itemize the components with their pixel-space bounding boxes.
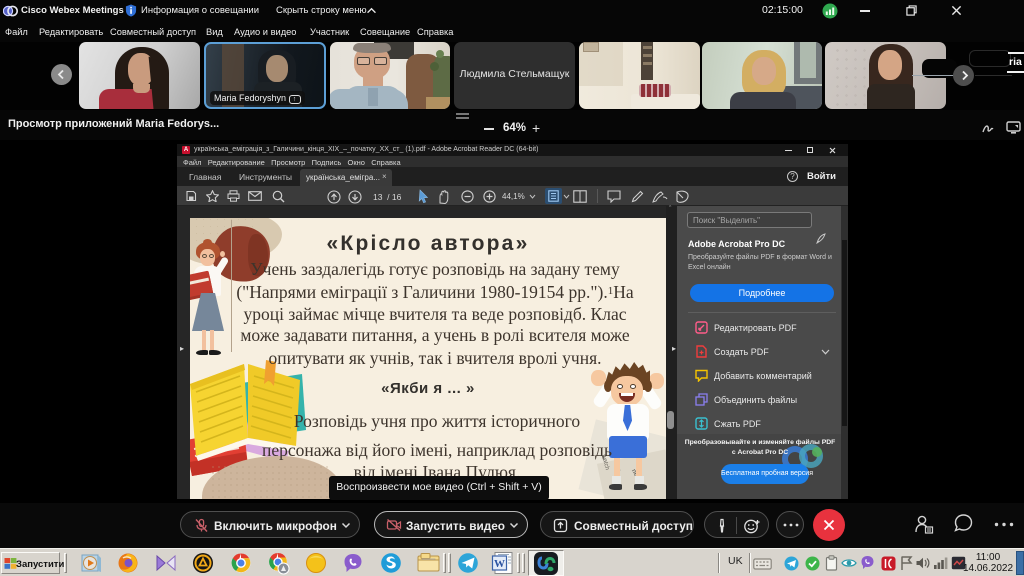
svg-text:W: W [494,558,505,570]
